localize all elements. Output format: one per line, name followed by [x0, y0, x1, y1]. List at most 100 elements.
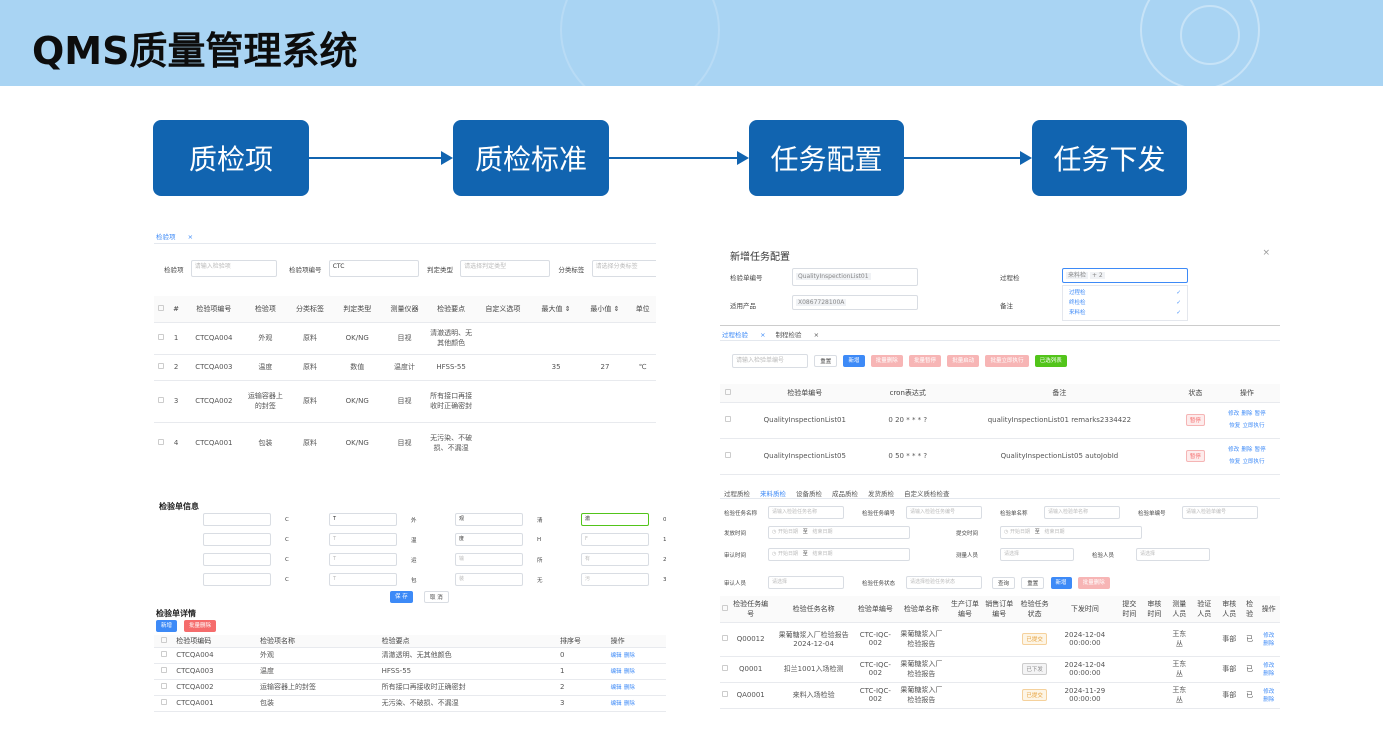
inspection-item-input[interactable]: 请输入检验项: [190, 260, 277, 277]
bulk-start-button[interactable]: 批量启动: [947, 355, 980, 367]
bulk-run-button[interactable]: 批量立即执行: [985, 355, 1029, 367]
edit-link[interactable]: 修改: [1263, 663, 1274, 669]
dropdown-option[interactable]: 终检检 ✓: [1069, 298, 1181, 308]
field-input[interactable]: 请输入检验任务编号: [906, 506, 982, 519]
table-row[interactable]: QA0001 来料入场检验 CTC-IQC-002 果葡糖浆入厂检验报告 已提交 2024…: [720, 682, 1280, 709]
tab-process[interactable]: 过程质检: [724, 490, 750, 498]
bulk-delete-button[interactable]: 批量删除: [870, 355, 903, 367]
reset-button[interactable]: 重置: [814, 355, 838, 367]
field-input[interactable]: [203, 513, 271, 526]
field-input[interactable]: [203, 573, 271, 586]
tab-process-inspection[interactable]: 过程检验 ×: [722, 331, 766, 339]
add-button[interactable]: 新增: [843, 355, 865, 367]
cancel-button[interactable]: 取 消: [424, 591, 449, 603]
table-row[interactable]: Q0001 扣兰1001入场检测 CTC-IQC-002 果葡糖浆入厂检验报告 已下发 2…: [720, 656, 1280, 683]
tab-custom[interactable]: 自定义质检检查: [904, 490, 950, 498]
run-now-link[interactable]: 立即执行: [1242, 423, 1264, 429]
field-input[interactable]: 污: [581, 573, 649, 586]
bulk-pause-button[interactable]: 批量暂停: [908, 355, 941, 367]
tab-manufacturing-inspection[interactable]: 制程检验 ×: [776, 331, 820, 339]
delete-link[interactable]: 删除: [1241, 411, 1252, 417]
bulk-delete-button[interactable]: 批量删除: [1077, 576, 1110, 589]
field-input[interactable]: 观: [455, 513, 523, 526]
add-button[interactable]: 新增: [1050, 576, 1072, 589]
approver-select[interactable]: 请选择: [768, 576, 844, 589]
table-row[interactable]: 4 CTCQA001 包装 原料 OK/NG 目视 无污染、不破损、不漏湿: [154, 422, 656, 464]
field-input[interactable]: T: [329, 553, 397, 566]
dropdown-option[interactable]: 来料检 ✓: [1069, 308, 1181, 318]
table-row[interactable]: 2 CTCQA003 温度 原料 数值 温度计 HFSS-55 35 27 ℃: [154, 354, 656, 381]
process-check-select[interactable]: 来料检 + 2: [1062, 268, 1188, 283]
field-input[interactable]: 请输入检验单名称: [1044, 506, 1120, 519]
delete-link[interactable]: 删除: [624, 685, 635, 691]
field-input[interactable]: 输: [455, 553, 523, 566]
tab-shipping[interactable]: 发货质检: [868, 490, 894, 498]
date-range-input[interactable]: ◷ 开始日期 至 结束日期: [768, 526, 910, 539]
select-all-checkbox[interactable]: [158, 304, 165, 311]
field-input[interactable]: T: [329, 573, 397, 586]
task-status-select[interactable]: 请选择检验任务状态: [906, 576, 982, 589]
bulk-delete-button[interactable]: 批量删除: [184, 620, 217, 632]
list-code-input[interactable]: 请输入检验单编号: [732, 354, 808, 368]
table-row[interactable]: CTCQA002 运输容器上的封签 所有接口再接收时正确密封 2 编辑 删除: [154, 679, 666, 696]
add-button[interactable]: 新增: [156, 620, 178, 632]
field-input[interactable]: F: [581, 533, 649, 546]
table-row[interactable]: 1 CTCQA004 外观 原料 OK/NG 目视 清澈透明、无其他颜色: [154, 322, 656, 355]
inspection-list-select[interactable]: QualityInspectionList01: [792, 268, 918, 286]
field-input[interactable]: 请输入检验单编号: [1182, 506, 1258, 519]
table-row[interactable]: QualityInspectionList05 0 50 * * * ? Quali…: [720, 438, 1280, 475]
edit-link[interactable]: 修改: [1263, 633, 1274, 639]
query-button[interactable]: 查询: [992, 576, 1016, 589]
field-input[interactable]: 有: [581, 553, 649, 566]
run-now-link[interactable]: 立即执行: [1242, 459, 1264, 465]
date-range-input[interactable]: ◷ 开始日期 至 结束日期: [1000, 526, 1142, 539]
table-row[interactable]: CTCQA003 温度 HFSS-55 1 编辑 删除: [154, 663, 666, 680]
tab-incoming[interactable]: 来料质检: [760, 490, 786, 498]
pause-link[interactable]: 暂停: [1255, 411, 1266, 417]
field-input[interactable]: T: [329, 513, 397, 526]
delete-link[interactable]: 删除: [624, 701, 635, 707]
table-row[interactable]: QualityInspectionList01 0 20 * * * ? quali…: [720, 402, 1280, 439]
inspector-select[interactable]: 请选择: [1136, 548, 1210, 561]
delete-link[interactable]: 删除: [1263, 641, 1274, 647]
field-input[interactable]: 度: [455, 533, 523, 546]
table-row[interactable]: CTCQA004 外观 清澈透明、无其他颜色 0 编辑 删除: [154, 647, 666, 664]
save-button[interactable]: 保 存: [390, 591, 413, 603]
delete-link[interactable]: 删除: [624, 669, 635, 675]
table-row[interactable]: CTCQA001 包装 无污染、不破损、不漏湿 3 编辑 删除: [154, 695, 666, 712]
field-input[interactable]: [203, 553, 271, 566]
measure-person-select[interactable]: 请选择: [1000, 548, 1074, 561]
close-icon[interactable]: ×: [1262, 248, 1270, 258]
edit-link[interactable]: 修改: [1263, 689, 1274, 695]
edit-link[interactable]: 编辑: [611, 653, 622, 659]
edit-link[interactable]: 编辑: [611, 685, 622, 691]
table-row[interactable]: Q00012 果葡糖浆入厂检验报告2024-12-04 CTC-IQC-002 果葡糖…: [720, 622, 1280, 657]
reset-button[interactable]: 重置: [1021, 576, 1045, 589]
field-input[interactable]: 澈: [581, 513, 649, 526]
category-tag-select[interactable]: 请选择分类标签: [591, 260, 656, 277]
delete-link[interactable]: 删除: [1263, 697, 1274, 703]
dropdown-option[interactable]: 过程检 ✓: [1069, 288, 1181, 298]
edit-link[interactable]: 修改: [1228, 447, 1239, 453]
product-select[interactable]: X0867728100A: [792, 295, 918, 310]
delete-link[interactable]: 删除: [624, 653, 635, 659]
item-code-input[interactable]: CTC: [328, 260, 419, 277]
field-input[interactable]: T: [329, 533, 397, 546]
field-input[interactable]: 装: [455, 573, 523, 586]
field-input[interactable]: 请输入检验任务名称: [768, 506, 844, 519]
tab-finished[interactable]: 成品质检: [832, 490, 858, 498]
resume-link[interactable]: 恢复: [1229, 459, 1240, 465]
selected-list-button[interactable]: 已选列表: [1034, 355, 1067, 367]
table-row[interactable]: 3 CTCQA002 运输容器上的封签 原料 OK/NG 目视 所有接口再接收时正确密封: [154, 380, 656, 423]
judge-type-select[interactable]: 请选择判定类型: [460, 260, 551, 277]
tab-inspection-item[interactable]: 检验项 ×: [156, 233, 203, 241]
edit-link[interactable]: 编辑: [611, 701, 622, 707]
field-input[interactable]: [203, 533, 271, 546]
resume-link[interactable]: 恢复: [1229, 423, 1240, 429]
pause-link[interactable]: 暂停: [1255, 447, 1266, 453]
edit-link[interactable]: 编辑: [611, 669, 622, 675]
date-range-input[interactable]: ◷ 开始日期 至 结束日期: [768, 548, 910, 561]
tab-equipment[interactable]: 设备质检: [796, 490, 822, 498]
delete-link[interactable]: 删除: [1263, 671, 1274, 677]
edit-link[interactable]: 修改: [1228, 411, 1239, 417]
